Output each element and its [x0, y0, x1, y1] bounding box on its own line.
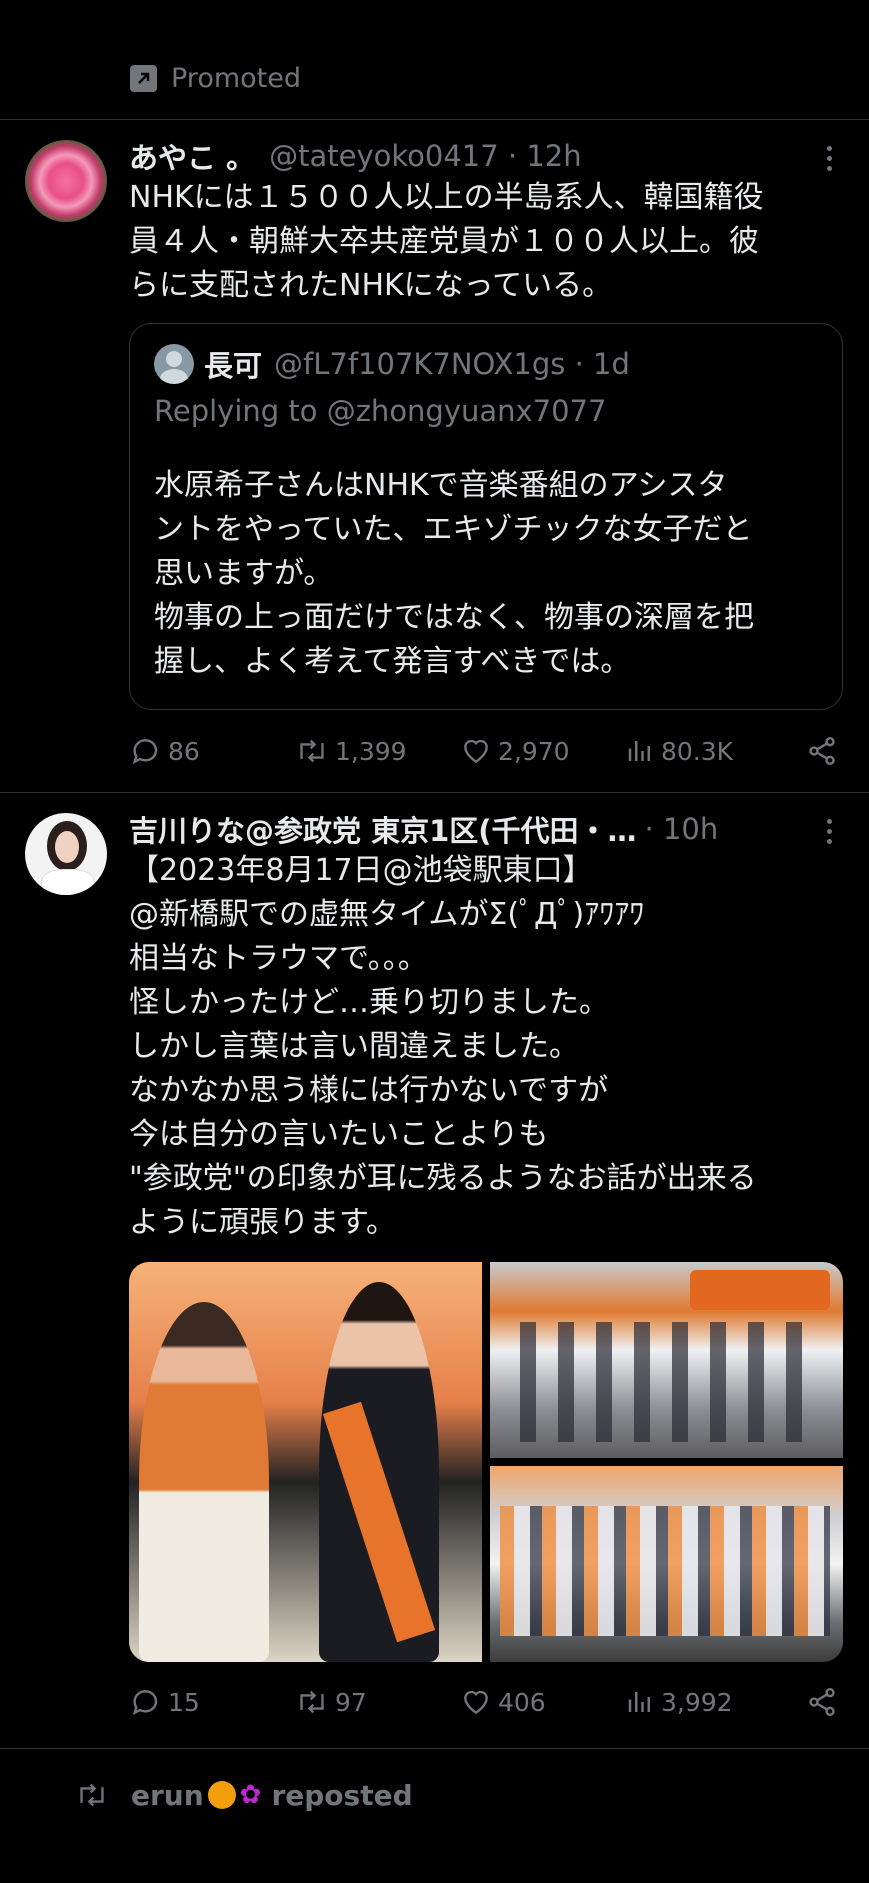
- reply-button[interactable]: 15: [130, 1686, 295, 1718]
- reply-count: 15: [168, 1687, 200, 1717]
- repost-button[interactable]: 1,399: [295, 735, 460, 767]
- author-meta[interactable]: · 10h: [645, 812, 719, 846]
- reply-count: 86: [168, 736, 200, 766]
- photo-3[interactable]: [490, 1466, 843, 1662]
- views-icon: [628, 741, 650, 761]
- like-icon: [464, 739, 488, 764]
- repost-count: 1,399: [335, 736, 407, 766]
- tweet-header: 吉川りな@参政党 東京1区(千代田・… · 10h: [129, 809, 809, 849]
- tweet-2[interactable]: 吉川りな@参政党 東京1区(千代田・… · 10h 【2023年8月17日@池袋…: [0, 793, 869, 1748]
- quote-text: 水原希子さんはNHKで音楽番組のアシスタ ントをやっていた、エキゾチックな女子だ…: [154, 468, 754, 679]
- share-button[interactable]: [806, 735, 844, 767]
- tweet-text: NHKには１５００人以上の半島系人、韓国籍役 員４人・朝鮮大卒共産党員が１００人…: [129, 180, 764, 303]
- share-button[interactable]: [806, 1686, 844, 1718]
- views-icon: [628, 1692, 650, 1712]
- like-icon: [464, 1690, 488, 1715]
- repost-button[interactable]: 97: [295, 1686, 460, 1718]
- more-icon[interactable]: [827, 819, 835, 844]
- like-count: 406: [498, 1687, 546, 1717]
- like-button[interactable]: 2,970: [460, 735, 625, 767]
- like-count: 2,970: [498, 736, 570, 766]
- avatar[interactable]: [25, 813, 107, 895]
- view-count: 3,992: [661, 1687, 733, 1717]
- promoted-label: Promoted: [130, 58, 301, 98]
- author-meta[interactable]: @tateyoko0417 · 12h: [269, 139, 582, 173]
- repost-count: 97: [335, 1687, 367, 1717]
- promoted-text: Promoted: [171, 62, 301, 94]
- photo-1[interactable]: [129, 1262, 482, 1662]
- like-button[interactable]: 406: [460, 1686, 625, 1718]
- tweet-text: 【2023年8月17日@池袋駅東口】 @新橋駅での虚無タイムがΣ(ﾟДﾟ)ｱﾜｱ…: [129, 853, 757, 1240]
- quote-header: 長可 @fL7f107K7NOX1gs · 1d: [154, 344, 630, 384]
- reply-button[interactable]: 86: [130, 735, 295, 767]
- orange-circle-emoji: [207, 1781, 236, 1809]
- divider: [0, 1748, 869, 1749]
- tweet-actions: 86 1,399 2,970 80.3K: [130, 731, 844, 771]
- repost-banner[interactable]: erun ✿ reposted: [75, 1775, 413, 1815]
- retweet-icon: [80, 1783, 104, 1807]
- replying-to: Replying to @zhongyuanx7077: [154, 394, 607, 428]
- retweet-icon: [300, 1690, 324, 1714]
- retweet-icon: [300, 739, 324, 763]
- share-icon: [809, 1688, 835, 1716]
- share-icon: [809, 737, 835, 765]
- more-icon[interactable]: [827, 146, 835, 171]
- flower-emoji: ✿: [239, 1780, 262, 1810]
- tweet-header: あやこ 。 @tateyoko0417 · 12h: [129, 136, 809, 176]
- repost-suffix: reposted: [271, 1778, 413, 1812]
- views-button[interactable]: 80.3K: [625, 736, 790, 766]
- reply-icon: [132, 1690, 158, 1715]
- tweet-1[interactable]: あやこ 。 @tateyoko0417 · 12h NHKには１５００人以上の半…: [0, 120, 869, 792]
- author-name[interactable]: あやこ 。: [129, 136, 255, 176]
- quoted-tweet[interactable]: 長可 @fL7f107K7NOX1gs · 1d Replying to @zh…: [129, 323, 843, 710]
- repost-user[interactable]: erun: [131, 1779, 204, 1812]
- tweet-actions: 15 97 406 3,992: [130, 1682, 844, 1722]
- reply-icon: [132, 739, 158, 764]
- view-count: 80.3K: [661, 736, 734, 766]
- views-button[interactable]: 3,992: [625, 1687, 790, 1717]
- promoted-icon: [130, 64, 157, 92]
- author-name[interactable]: 吉川りな@参政党 東京1区(千代田・…: [129, 809, 637, 849]
- quote-author-meta: @fL7f107K7NOX1gs · 1d: [274, 347, 630, 381]
- media-grid[interactable]: [129, 1262, 843, 1662]
- photo-2[interactable]: [490, 1262, 843, 1458]
- avatar[interactable]: [25, 140, 107, 222]
- quote-author-name: 長可: [204, 349, 263, 383]
- default-avatar-icon: [154, 344, 194, 384]
